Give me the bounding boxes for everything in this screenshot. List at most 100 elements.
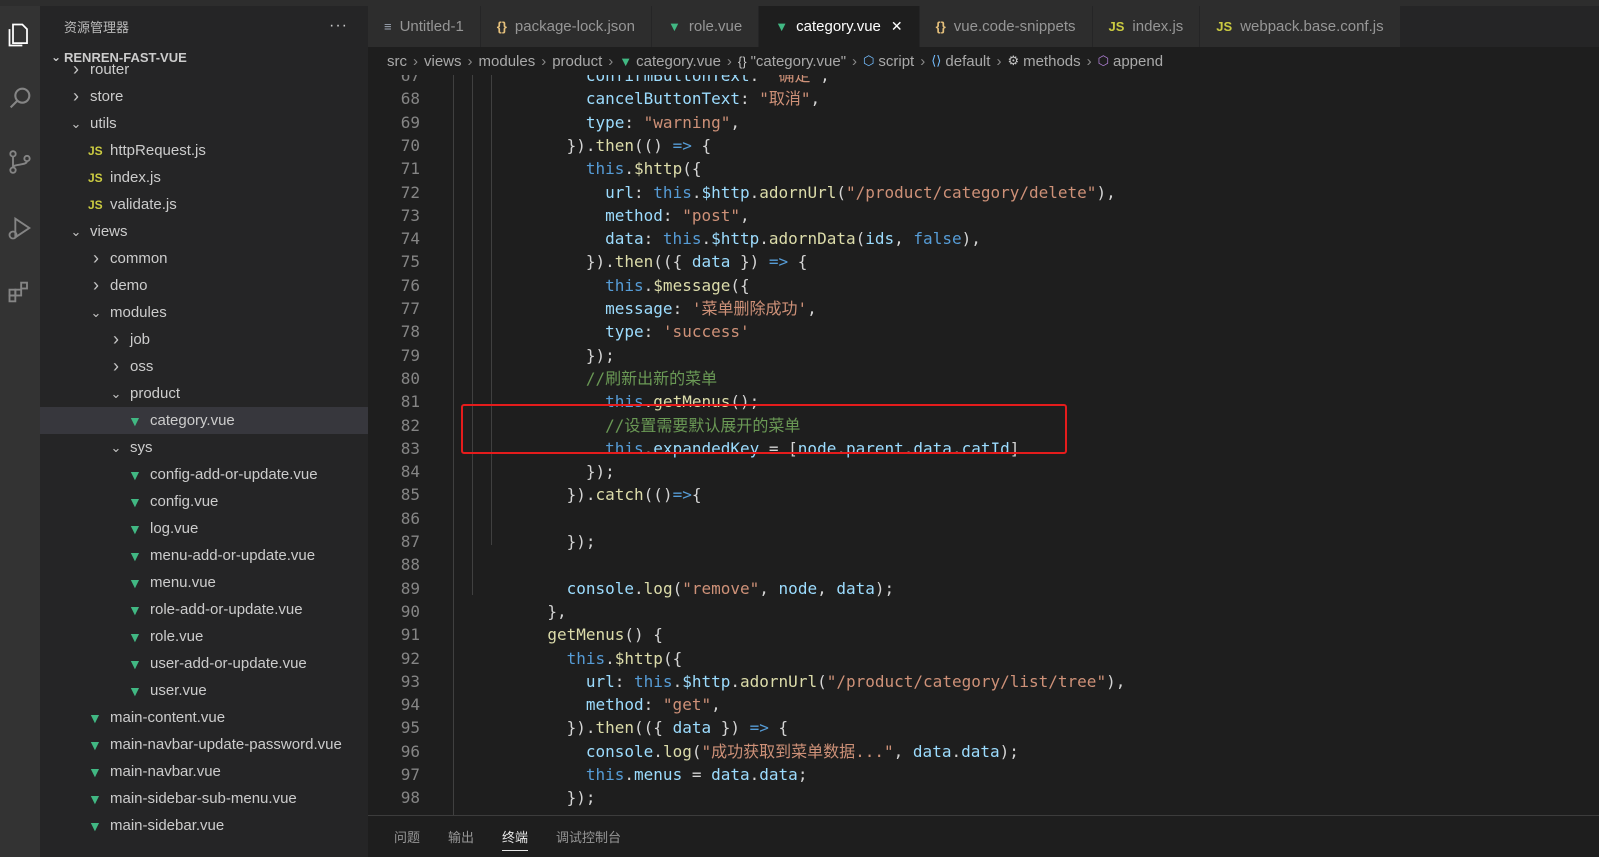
tree-file[interactable]: ▼ user-add-or-update.vue [40,650,368,677]
panel-tab[interactable]: 问题 [394,823,420,850]
editor-tab[interactable]: JS webpack.base.conf.js [1200,6,1401,47]
panel-tab[interactable]: 终端 [502,823,529,851]
tree-file[interactable]: ▼ log.vue [40,515,368,542]
panel-tab[interactable]: 输出 [448,823,474,850]
tree-file[interactable]: ▼ role.vue [40,623,368,650]
run-debug-icon[interactable] [0,204,40,252]
code-token: (() [634,135,673,155]
wrench-icon: ⚙ [1007,53,1020,68]
code-token: this [634,671,673,691]
code-token: 'success' [662,322,750,342]
editor-tab[interactable]: {} package-lock.json [480,6,652,47]
more-actions-icon[interactable]: ··· [329,17,348,35]
tree-file[interactable]: ▼ main-sidebar.vue [40,812,368,836]
tree-folder[interactable]: ⌄ sys [40,434,368,461]
search-icon[interactable] [0,74,40,122]
source-control-icon[interactable] [0,138,40,186]
line-number: 81 [400,392,420,412]
line-number: 97 [400,765,420,784]
tree-item-label: utils [90,115,117,132]
code-token: . [951,438,962,458]
tree-file[interactable]: ▼ main-content.vue [40,704,368,731]
code-token: , [810,89,821,109]
code-token: . [730,671,741,691]
code-token: ({ [682,159,702,179]
breadcrumb-item[interactable]: default [945,53,990,70]
code-token: url [605,182,635,202]
code-token: ( [855,229,866,249]
breadcrumb-item[interactable]: product [552,53,602,70]
breadcrumb-item[interactable]: append [1113,53,1163,70]
tree-file[interactable]: ▼ role-add-or-update.vue [40,596,368,623]
tree-folder[interactable]: ⌄ utils [40,110,368,137]
code-token: = [ [759,438,798,458]
code-token: url [585,671,615,691]
tree-file[interactable]: ▼ main-sidebar-sub-menu.vue [40,785,368,812]
tree-folder[interactable]: › common [40,245,368,272]
editor-tab[interactable]: ▼ category.vue ✕ [759,6,920,47]
editor-tabs: ≡ Untitled-1{} package-lock.json ▼ role.vue ▼… [368,6,1599,47]
code-token: log [662,741,692,761]
code-token: ), [1096,182,1116,202]
braces-icon: {} [737,53,747,69]
code-token: ({ [662,648,683,668]
code-token: this [566,648,606,668]
breadcrumb-separator: › [726,52,732,70]
tree-file[interactable]: JS httpRequest.js [40,137,368,164]
code-line: 77 message: '菜单删除成功', [368,297,1599,320]
tree-folder[interactable]: › oss [40,353,368,380]
tree-folder[interactable]: ⌄ views [40,218,368,245]
close-icon[interactable]: ✕ [891,18,903,35]
breadcrumb-item[interactable]: modules [479,53,536,70]
tree-file[interactable]: ▼ config.vue [40,488,368,515]
breadcrumb-item[interactable]: category.vue [636,53,721,70]
editor-tab[interactable]: ≡ Untitled-1 [368,6,481,47]
editor-tab[interactable]: ▼ role.vue [652,6,760,47]
tree-item-label: oss [130,358,154,375]
tree-file[interactable]: ▼ menu.vue [40,569,368,596]
tree-file[interactable]: ▼ main-navbar-update-password.vue [40,731,368,758]
code-token: this [653,182,692,202]
line-number: 75 [400,252,420,272]
tree-folder[interactable]: › store [40,83,368,110]
code-token: : [643,322,663,342]
breadcrumb-item[interactable]: script [878,53,914,70]
tree-file[interactable]: ▼ category.vue [40,407,368,434]
tree-folder[interactable]: › demo [40,272,368,299]
code-token: this [662,229,702,249]
breadcrumb-item[interactable]: src [387,53,407,70]
tree-file[interactable]: ▼ config-add-or-update.vue [40,461,368,488]
code-token: catch [595,485,644,505]
editor-tab[interactable]: JS index.js [1092,6,1201,47]
tree-folder[interactable]: › job [40,326,368,353]
code-editor[interactable]: 67 confirmButtonText: "确定", 68 cancelButt… [368,75,1599,815]
tree-file[interactable]: ▼ user.vue [40,677,368,704]
editor-tab[interactable]: {} vue.code-snippets [919,6,1093,47]
breadcrumb-item[interactable]: views [424,53,462,70]
panel-tab[interactable]: 调试控制台 [556,823,621,850]
tree-folder[interactable]: › router [40,56,368,83]
tree-folder[interactable]: ⌄ modules [40,299,368,326]
code-token: ), [1106,671,1126,691]
tree-file[interactable]: ▼ main-navbar.vue [40,758,368,785]
breadcrumb-item[interactable]: methods [1023,53,1081,70]
code-token: { [788,252,808,272]
line-source: console.log("remove", node, data); [451,577,895,600]
tree-folder[interactable]: ⌄ product [40,380,368,407]
line-source: }, [451,600,566,623]
tree-item-label: menu.vue [150,574,216,591]
breadcrumb-item[interactable]: "category.vue" [751,53,846,70]
extensions-icon[interactable] [0,268,40,316]
tree-file[interactable]: ▼ menu-add-or-update.vue [40,542,368,569]
tree-file[interactable]: JS validate.js [40,191,368,218]
explorer-icon[interactable] [0,11,40,59]
json-icon: {} [935,19,946,34]
code-line: 94 method: "get", [368,693,1599,716]
code-token: , [739,205,750,225]
tree-file[interactable]: JS index.js [40,164,368,191]
code-token: { [691,485,702,505]
explorer-title: 资源管理器 [64,19,130,35]
